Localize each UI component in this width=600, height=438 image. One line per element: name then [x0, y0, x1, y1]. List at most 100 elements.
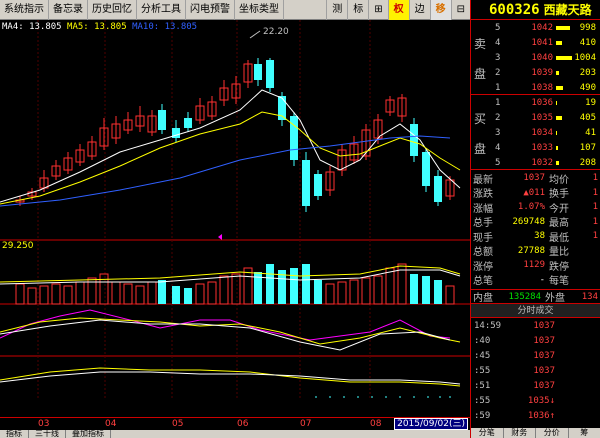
tick-time: :55 [474, 395, 491, 406]
stat-key: 涨幅 [473, 203, 493, 215]
sell-level: 5 [495, 22, 501, 33]
sell-level: 3 [495, 52, 501, 63]
tb-btn-2[interactable]: ⊞ [368, 0, 387, 20]
stock-code: 600326 [489, 1, 540, 18]
toolbar-item-1[interactable]: 备忘录 [49, 0, 88, 20]
sell-orderbook: 卖 盘 5 1042 998 4 1041 410 3 1040 1004 2 103… [471, 20, 600, 95]
volume-bar [361, 277, 371, 305]
sell-price: 1040 [531, 52, 553, 63]
candle-body [254, 64, 262, 80]
candle-body [302, 160, 310, 206]
buy-volume-bar [556, 130, 572, 135]
tb-btn-1[interactable]: 标 [347, 0, 368, 20]
right-tab-0[interactable]: 分笔 [471, 428, 504, 438]
buy-label-2: 盘 [474, 142, 487, 156]
left-tab-0[interactable]: 指标 [0, 430, 29, 438]
candle-body [266, 60, 274, 88]
tick-row: :40 1037 [471, 333, 600, 348]
ma10-label: MA10: 13.805 [132, 22, 198, 32]
stat-value2: 1 [592, 187, 598, 198]
stats-grid: 最新 1037 均价 1 涨跌 ▲011 换手 1 涨幅 1.07% 今开 1 总手 … [471, 170, 600, 290]
volume-bar [302, 264, 310, 304]
macd-dif-line [0, 367, 461, 387]
buy-row[interactable]: 1 1036 19 [495, 95, 600, 110]
stat-key2: 换手 [549, 189, 569, 200]
sell-volume-bar [556, 40, 572, 45]
x-month-3: 06 [237, 419, 249, 429]
left-tab-2[interactable]: 叠加指标 [66, 430, 111, 438]
volume-bar [325, 283, 335, 305]
stat-key: 现手 [473, 232, 493, 244]
buy-volume: 107 [579, 142, 596, 153]
sell-row[interactable]: 4 1041 410 [495, 35, 600, 50]
sell-row[interactable]: 5 1042 998 [495, 20, 600, 35]
buy-row[interactable]: 3 1034 41 [495, 125, 600, 140]
buy-level: 2 [495, 112, 501, 123]
tb-btn-3[interactable]: 权 [387, 0, 409, 20]
tick-price: 1037 [533, 320, 555, 331]
volume-bar [207, 281, 217, 305]
volume-bar [99, 273, 109, 305]
stat-value2: 1 [592, 231, 598, 241]
kline-svg[interactable]: 22.20 29.250 [0, 20, 470, 398]
stat-key2: 均价 [549, 174, 569, 186]
toolbar-item-3[interactable]: 分析工具 [137, 0, 186, 20]
cursor-date: 2015/09/02(三) [394, 418, 468, 430]
sell-row[interactable]: 1 1038 490 [495, 80, 600, 95]
tick-time: :59 [474, 410, 491, 421]
kline-chart-area[interactable]: 22.20 29.250 MA4: 13.805 MA5: 13.805 MA1… [0, 20, 470, 430]
tick-price: 1035↓ [527, 395, 555, 406]
tb-btn-4[interactable]: 边 [408, 0, 430, 20]
buy-row[interactable]: 5 1032 208 [495, 155, 600, 170]
stat-value: - [539, 274, 545, 285]
tick-time: 14:59 [474, 320, 502, 331]
tb-btn-0[interactable]: 测 [326, 0, 347, 20]
right-bottom-tabs: 分笔 财务 分价 筹 [471, 428, 600, 438]
left-bottom-tabs: 指标 三十线 叠加指标 [0, 430, 470, 438]
right-tab-1[interactable]: 财务 [503, 428, 536, 438]
stat-key2: 今开 [549, 203, 569, 215]
stat-row: 总额 27788 量比 [471, 245, 600, 259]
stat-value2: 1 [592, 216, 598, 227]
sell-volume: 203 [579, 67, 596, 78]
sell-label-1: 卖 [474, 37, 487, 51]
right-tab-3[interactable]: 筹 [568, 428, 600, 438]
stat-row: 涨停 1129 跌停 [471, 259, 600, 273]
toolbar-item-0[interactable]: 系统指示 [0, 0, 49, 20]
right-tab-2[interactable]: 分价 [536, 428, 569, 438]
volume-bar [337, 281, 347, 305]
volume-bar [172, 286, 180, 304]
tb-btn-6[interactable]: ⊟ [450, 0, 470, 20]
tick-price: 1036↑ [527, 410, 555, 421]
toolbar-item-4[interactable]: 闪电预警 [186, 0, 235, 20]
tick-row: :51 1037 [471, 378, 600, 393]
sell-volume-bar [556, 55, 572, 60]
sell-volume: 490 [579, 82, 596, 93]
x-axis: 03 04 05 06 07 08 2015/09/02(三) [0, 417, 470, 430]
sell-level: 2 [495, 67, 501, 78]
buy-row[interactable]: 2 1035 405 [495, 110, 600, 125]
sell-row[interactable]: 2 1039 203 [495, 65, 600, 80]
sell-volume: 1004 [574, 52, 596, 63]
candle-body [434, 176, 442, 202]
sell-label-2: 盘 [474, 67, 487, 81]
buy-row[interactable]: 4 1033 107 [495, 140, 600, 155]
left-tab-1[interactable]: 三十线 [29, 430, 66, 438]
stock-name: 西藏天路 [543, 3, 592, 17]
tick-time: :45 [474, 350, 491, 361]
tick-row: :59 1036↑ [471, 408, 600, 423]
in-label: 内盘 [473, 293, 493, 304]
stat-key: 总额 [473, 247, 493, 258]
sell-row[interactable]: 3 1040 1004 [495, 50, 600, 65]
stat-row: 涨幅 1.07% 今开 1 [471, 201, 600, 215]
tb-btn-5[interactable]: 移 [429, 0, 451, 20]
volume-bar [15, 283, 25, 305]
volume-bar [184, 288, 192, 304]
tick-time: :40 [474, 335, 491, 346]
stat-key2: 量比 [549, 247, 569, 258]
stat-value: 1129 [523, 260, 545, 270]
toolbar-item-2[interactable]: 历史回忆 [88, 0, 137, 20]
buy-volume: 19 [585, 97, 596, 108]
volume-bar [243, 267, 253, 305]
toolbar-item-5[interactable]: 坐标类型 [235, 0, 284, 20]
